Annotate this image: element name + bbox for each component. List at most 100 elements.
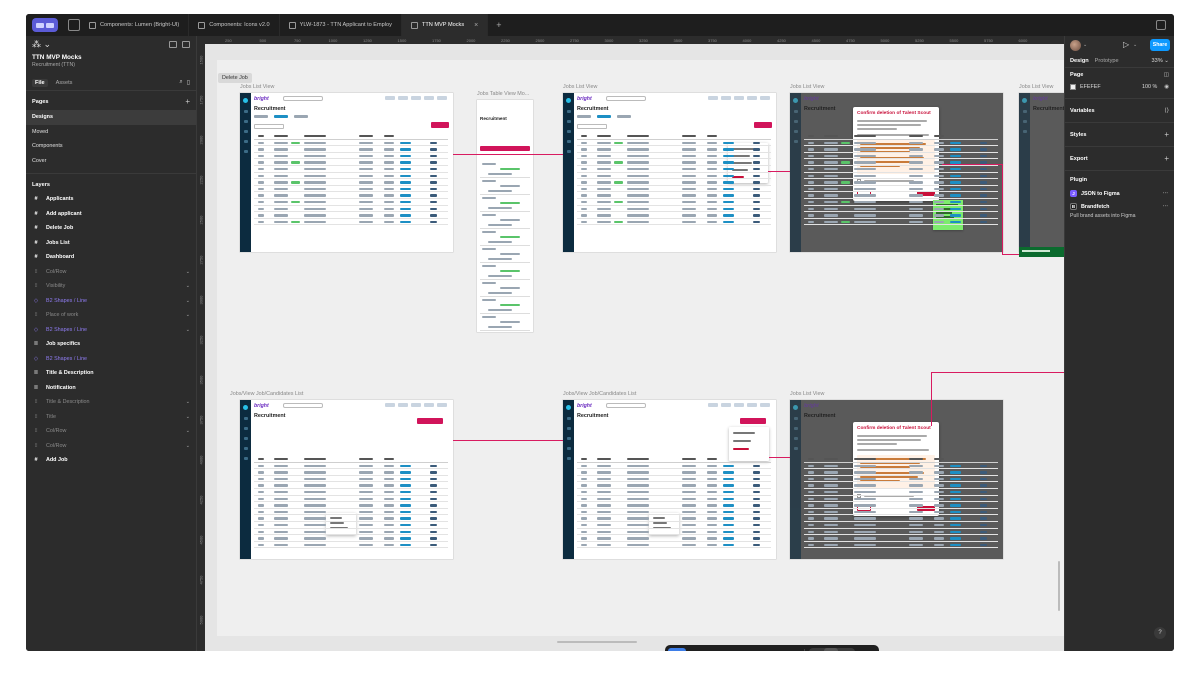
help-button[interactable]: ? [1154, 627, 1166, 639]
page-item[interactable]: Designs [26, 110, 196, 125]
present-icon[interactable]: ▷ [1123, 40, 1129, 49]
frame-label[interactable]: Jobs/View Job/Candidates List [563, 391, 636, 397]
chevron-down-icon[interactable]: ⌄ [186, 327, 190, 333]
layer-item[interactable]: ⁞⁞ Place of work ⌄ [26, 308, 196, 323]
layer-item[interactable]: ◇ B2 Shapes / Line ⌄ [26, 294, 196, 309]
chevron-down-icon[interactable]: ⌄ [186, 414, 190, 420]
vertical-scrollbar[interactable] [1058, 561, 1060, 611]
layer-item[interactable]: # Delete Job [26, 221, 196, 236]
horizontal-scrollbar[interactable] [557, 641, 637, 643]
add-export-icon[interactable]: + [1164, 154, 1169, 163]
frame-candidates-list-menu[interactable]: bright Recruitment [563, 400, 776, 559]
chevron-down-icon[interactable]: ⌄ [186, 269, 190, 275]
section-label[interactable]: Delete Job [218, 73, 252, 83]
project-title[interactable]: TTN MVP Mocks [26, 52, 196, 61]
dev-mode-button[interactable]: </> [838, 648, 854, 651]
layer-item[interactable]: ⁞⁞ Title ⌄ [26, 410, 196, 425]
export-section[interactable]: Export + [1065, 147, 1174, 171]
design-mode-button[interactable]: ⌗ [824, 648, 839, 651]
page-opacity[interactable]: 100 [1142, 84, 1151, 90]
layer-item[interactable]: ⁞⁞ Notification [26, 381, 196, 396]
add-style-icon[interactable]: + [1164, 130, 1169, 139]
styles-section[interactable]: Styles + [1065, 123, 1174, 147]
eye-icon[interactable]: ◉ [1164, 84, 1169, 90]
frame-label[interactable]: Jobs List View [790, 84, 824, 90]
layer-item[interactable]: # Add applicant [26, 207, 196, 222]
color-swatch[interactable] [1070, 84, 1076, 90]
chevron-down-icon[interactable]: ⌄ [186, 283, 190, 289]
chevron-down-icon[interactable]: ⌄ [186, 298, 190, 304]
share-button[interactable]: Share [1150, 39, 1170, 51]
layer-item[interactable]: ⁞⁞ Visibility ⌄ [26, 279, 196, 294]
shape-tool-button[interactable]: □⌄ [707, 648, 724, 652]
frame-candidates-list[interactable]: bright Recruitment [240, 400, 453, 559]
layer-item[interactable]: ⁞⁞ Job specifics [26, 337, 196, 352]
chevron-down-icon[interactable]: ⌄ [186, 443, 190, 449]
layer-item[interactable]: ⁞⁞ Col/Row ⌄ [26, 439, 196, 454]
tab-ylw-1873[interactable]: YLW-1873 - TTN Applicant to Employ [280, 14, 402, 36]
avatar[interactable] [1070, 39, 1081, 51]
new-tab-button[interactable]: + [488, 20, 509, 30]
variables-icon[interactable]: ⟨⟩ [1164, 107, 1169, 114]
tab-components-icons[interactable]: Components: Icons v2.0 [189, 14, 280, 36]
frame-label[interactable]: Jobs List View [240, 84, 274, 90]
actions-button[interactable]: ⁂ [786, 648, 800, 652]
sidebar-toggle-icon[interactable] [169, 40, 177, 48]
plugin-json-to-figma[interactable]: J JSON to Figma ⋯ [1065, 187, 1174, 200]
tab-assets[interactable]: Assets [56, 80, 73, 86]
layer-item[interactable]: ⁞⁞ Title & Description [26, 366, 196, 381]
book-icon[interactable]: ▯ [187, 79, 190, 86]
page-settings-icon[interactable]: ◫ [1164, 72, 1169, 78]
tab-design[interactable]: Design [1070, 58, 1089, 64]
plugin-brandfetch[interactable]: B Brandfetch ⋯ [1065, 200, 1174, 213]
main-menu-button[interactable] [32, 18, 58, 32]
pen-tool-button[interactable]: ✎⌄ [726, 648, 745, 652]
chevron-down-icon[interactable]: ⌄ [186, 312, 190, 318]
layer-item[interactable]: ◇ B2 Shapes / Line ⌄ [26, 323, 196, 338]
layer-item[interactable]: # Add Job [26, 453, 196, 468]
search-icon[interactable]: ⌕ [179, 79, 182, 86]
layer-item[interactable]: # Jobs List [26, 236, 196, 251]
frame-delete-confirm[interactable]: bright Recruitment Confirm deletion of T… [790, 93, 1003, 252]
layer-item[interactable]: ⁞⁞ Title & Description ⌄ [26, 395, 196, 410]
frame-tool-button[interactable]: #⌄ [688, 648, 705, 652]
page-item[interactable]: Components [26, 139, 196, 154]
frame-jobs-list-view[interactable]: bright Recruitment [240, 93, 453, 252]
tab-ttn-mvp-mocks[interactable]: TTN MVP Mocks × [401, 14, 489, 36]
frame-jobs-list-view-menu[interactable]: bright Recruitment [563, 93, 776, 252]
window-icon[interactable] [1156, 20, 1166, 30]
figma-menu-icon[interactable]: ⁂ ⌄ [32, 39, 51, 50]
page-item[interactable]: Moved [26, 125, 196, 140]
frame-label[interactable]: Jobs List View [1019, 84, 1053, 90]
page-item[interactable]: Cover [26, 154, 196, 169]
tab-prototype[interactable]: Prototype [1095, 58, 1119, 64]
frame-label[interactable]: Jobs List View [563, 84, 597, 90]
layer-item[interactable]: ⁞⁞ Col/Row ⌄ [26, 265, 196, 280]
zoom-level[interactable]: 33% ⌄ [1152, 58, 1169, 64]
frame-label[interactable]: Jobs Table View Mo... [477, 91, 529, 97]
layer-item[interactable]: # Dashboard [26, 250, 196, 265]
variables-section[interactable]: Variables ⟨⟩ [1065, 99, 1174, 123]
tab-file[interactable]: File [32, 78, 48, 87]
home-icon[interactable] [68, 19, 80, 31]
frame-jobs-table-mobile[interactable]: Recruitment [477, 100, 533, 332]
frame-delete-confirm-candidates[interactable]: bright Recruitment Confirm deletion of T… [790, 400, 1003, 559]
frame-label[interactable]: Jobs List View [790, 391, 824, 397]
layer-item[interactable]: ◇ B2 Shapes / Line [26, 352, 196, 367]
page-background[interactable]: EFEFEF 100 % ◉ [1070, 84, 1169, 90]
tab-components-lumen[interactable]: Components: Lumen (Bright-UI) [80, 14, 190, 36]
chevron-down-icon[interactable]: ⌄ [186, 399, 190, 405]
add-page-icon[interactable]: + [185, 97, 190, 106]
layer-item[interactable]: # Applicants [26, 192, 196, 207]
frame-label[interactable]: Jobs/View Job/Candidates List [230, 391, 303, 397]
more-icon[interactable]: ⋯ [1163, 204, 1168, 210]
move-tool-button[interactable]: ⌲⌄ [668, 648, 687, 651]
layer-item[interactable]: ⁞⁞ Col/Row ⌄ [26, 424, 196, 439]
more-icon[interactable]: ⋯ [1163, 191, 1168, 197]
page-color-value[interactable]: EFEFEF [1080, 84, 1101, 90]
close-tab-icon[interactable]: × [474, 22, 478, 29]
chevron-down-icon[interactable]: ⌄ [186, 428, 190, 434]
layout-icon[interactable] [182, 40, 190, 48]
frame-jobs-list-view-toast[interactable]: bright Recruitment [1019, 93, 1064, 252]
draw-mode-button[interactable]: ◐ [810, 648, 824, 651]
